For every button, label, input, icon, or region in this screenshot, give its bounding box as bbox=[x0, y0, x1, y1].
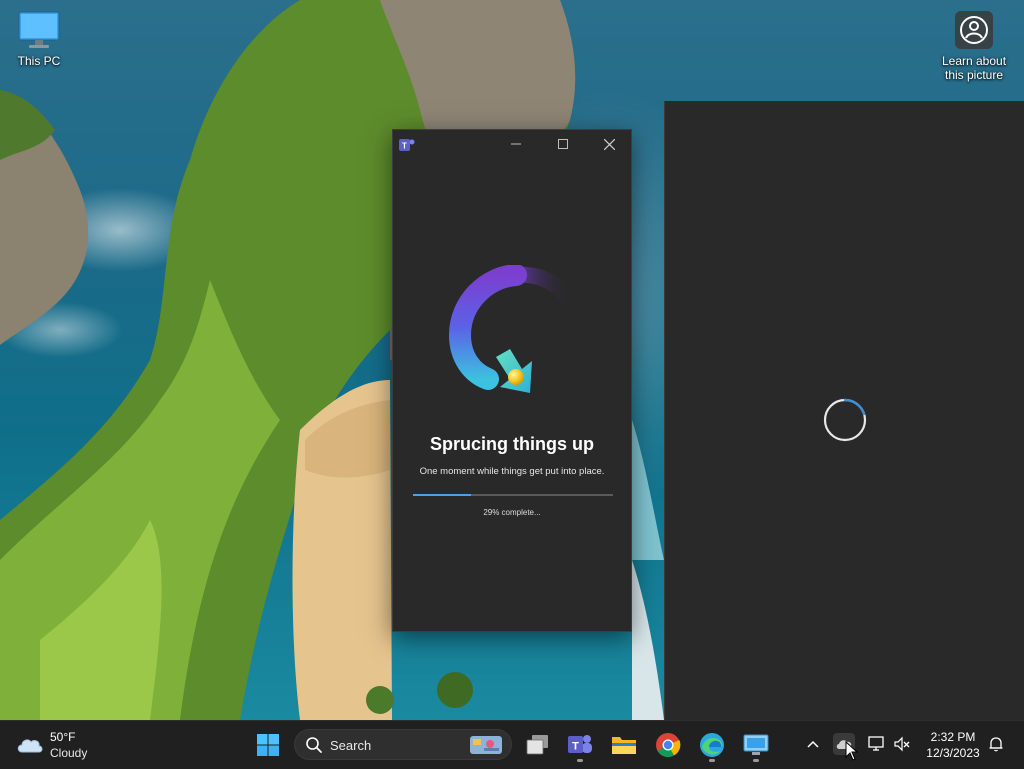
search-highlight-icon bbox=[470, 736, 502, 754]
taskbar-app-teams[interactable]: T bbox=[561, 727, 599, 763]
close-icon bbox=[603, 138, 615, 150]
taskbar-clock[interactable]: 2:32 PM 12/3/2023 bbox=[920, 729, 986, 761]
chevron-up-icon bbox=[807, 740, 819, 748]
running-indicator bbox=[709, 759, 715, 762]
desktop-icon-learn-about-picture[interactable]: Learn about this picture bbox=[936, 10, 1012, 82]
monitor-icon bbox=[18, 11, 60, 48]
volume-muted-icon bbox=[894, 736, 910, 752]
progress-bar bbox=[413, 494, 613, 496]
splash-subtitle: One moment while things get put into pla… bbox=[419, 466, 605, 477]
search-placeholder: Search bbox=[330, 738, 372, 753]
svg-text:T: T bbox=[402, 142, 407, 151]
network-icon bbox=[868, 736, 884, 751]
file-explorer-icon bbox=[612, 737, 636, 754]
task-view-button[interactable] bbox=[519, 727, 557, 763]
desktop-icon-label: This PC bbox=[17, 54, 61, 68]
search-icon bbox=[306, 737, 322, 753]
window-titlebar[interactable]: T bbox=[393, 130, 631, 158]
show-hidden-icons-button[interactable] bbox=[802, 733, 824, 755]
progress-bar-fill bbox=[413, 494, 471, 496]
progress-label: 29% complete... bbox=[483, 508, 541, 517]
teams-splash-window: T Sprucing things up One moment while th… bbox=[392, 129, 632, 632]
splash-title: Sprucing things up bbox=[430, 434, 594, 454]
taskbar-app-remote-desktop[interactable] bbox=[737, 727, 775, 763]
loading-spinner-icon bbox=[823, 398, 867, 442]
network-tray-button[interactable] bbox=[866, 733, 888, 755]
svg-text:T: T bbox=[572, 741, 579, 753]
volume-tray-button[interactable] bbox=[891, 733, 913, 755]
taskbar-app-chrome[interactable] bbox=[649, 727, 687, 763]
mouse-cursor-icon bbox=[845, 741, 859, 761]
close-button[interactable] bbox=[586, 130, 632, 158]
running-indicator bbox=[753, 759, 759, 762]
teams-splash-logo-icon bbox=[448, 265, 578, 393]
desktop-icon-this-pc[interactable]: This PC bbox=[1, 10, 77, 68]
notifications-button[interactable] bbox=[985, 733, 1007, 755]
bell-icon bbox=[989, 737, 1003, 752]
taskbar-app-edge[interactable] bbox=[693, 727, 731, 763]
rdp-icon bbox=[743, 734, 769, 755]
taskbar: 50°F Cloudy Search T 2:32 PM 12/3/2023 bbox=[0, 720, 1024, 769]
clock-time: 2:32 PM bbox=[930, 730, 976, 744]
teams-icon: T bbox=[568, 735, 592, 753]
start-button[interactable] bbox=[249, 727, 287, 763]
loading-window bbox=[664, 101, 1024, 720]
weather-temp: 50°F bbox=[50, 730, 76, 744]
task-view-icon bbox=[526, 735, 548, 755]
start-icon bbox=[257, 734, 279, 756]
camera-circle-icon bbox=[955, 11, 993, 49]
maximize-icon bbox=[558, 139, 568, 149]
chrome-icon bbox=[656, 733, 681, 758]
desktop-icon-label: Learn about this picture bbox=[941, 54, 1007, 82]
taskbar-app-file-explorer[interactable] bbox=[605, 727, 643, 763]
teams-icon: T bbox=[399, 139, 415, 151]
minimize-icon bbox=[511, 143, 521, 145]
minimize-button[interactable] bbox=[493, 130, 539, 158]
maximize-button[interactable] bbox=[540, 130, 586, 158]
clock-date: 12/3/2023 bbox=[926, 746, 980, 760]
running-indicator bbox=[577, 759, 583, 762]
cloud-icon bbox=[17, 739, 43, 753]
taskbar-search-box[interactable]: Search bbox=[294, 729, 512, 760]
weather-condition: Cloudy bbox=[50, 746, 88, 760]
edge-icon bbox=[700, 733, 724, 757]
